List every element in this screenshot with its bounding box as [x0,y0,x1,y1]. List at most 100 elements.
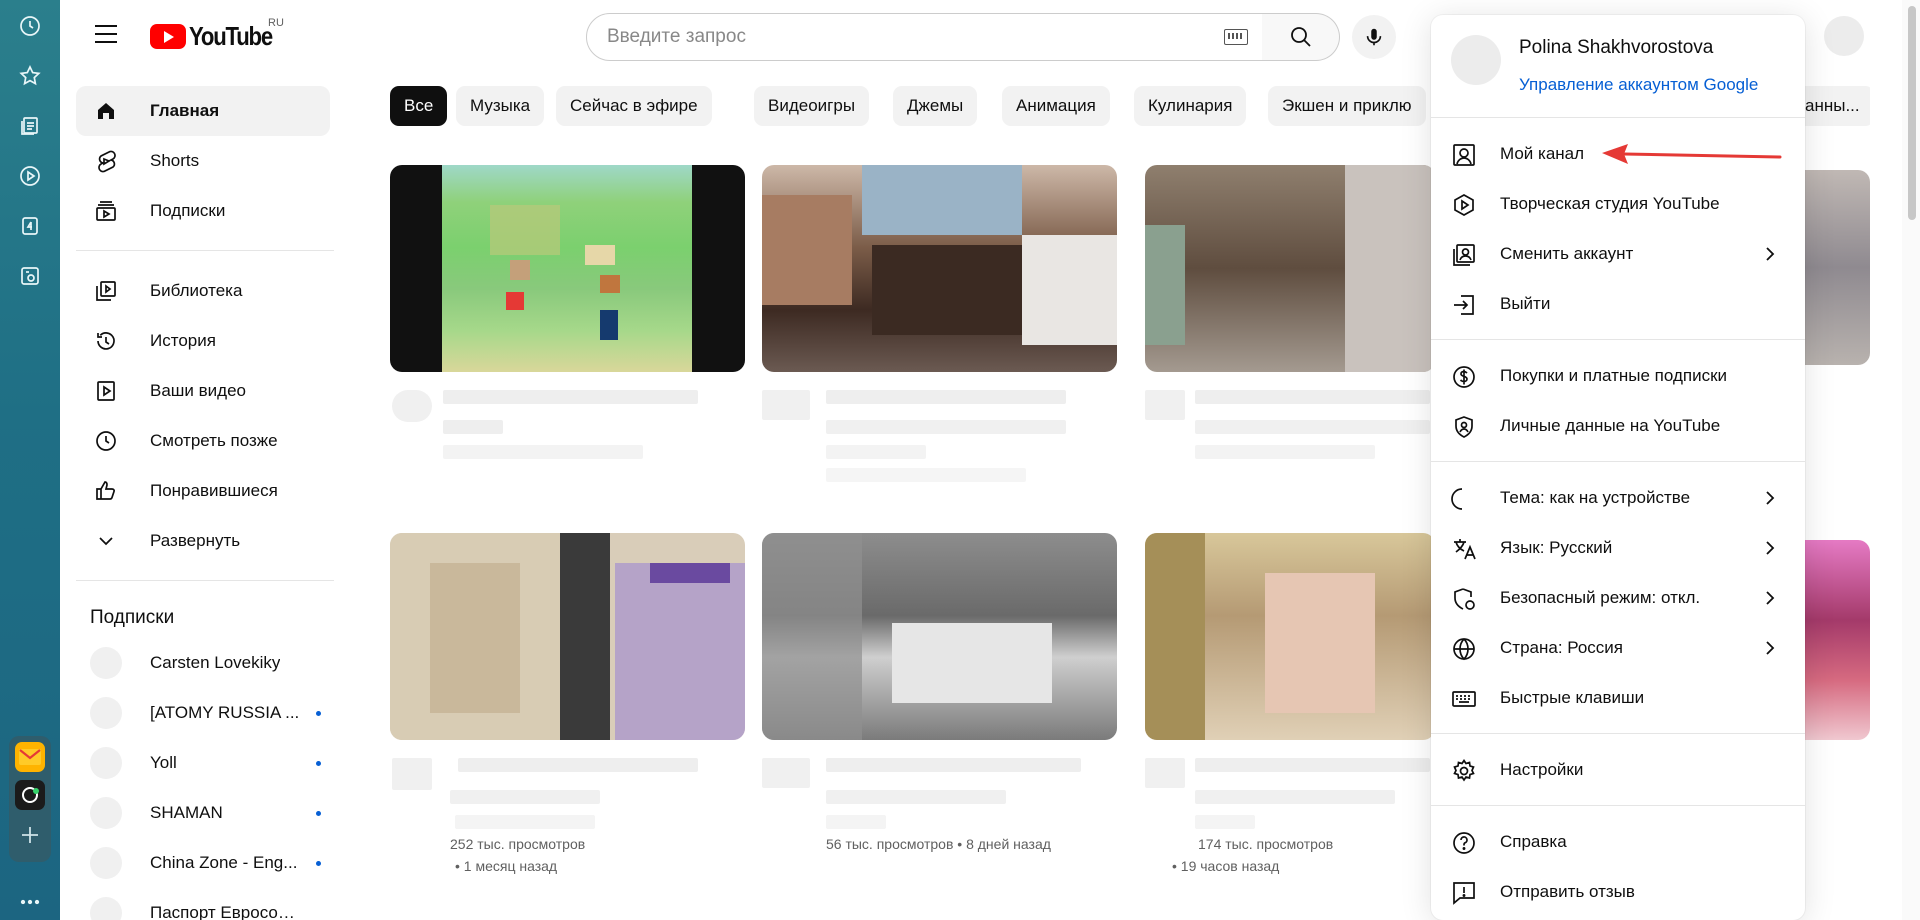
voice-search-button[interactable] [1352,15,1396,59]
chip-gaming[interactable]: Видеоигры [754,86,870,126]
screenshot-icon[interactable] [12,258,48,294]
messenger-app-icon[interactable] [15,780,45,810]
menu-item-help[interactable]: Справка [1431,817,1805,867]
subscription-item[interactable]: Yoll [76,738,330,788]
chip-action-adventure[interactable]: Экшен и приклю [1268,86,1426,126]
video-meta-placeholder [443,420,503,434]
sign-out-icon [1451,292,1477,318]
menu-item-your-data[interactable]: Личные данные на YouTube [1431,401,1805,451]
menu-item-restricted-mode[interactable]: Безопасный режим: откл. [1431,573,1805,623]
subscription-item[interactable]: China Zone - Eng... [76,838,330,888]
new-content-dot [316,860,321,866]
youtube-play-icon [150,24,186,49]
video-thumbnail[interactable] [762,165,1117,372]
chip-all[interactable]: Все [390,86,448,126]
menu-item-sign-out[interactable]: Выйти [1431,279,1805,329]
chip-cooking[interactable]: Кулинария [1134,86,1247,126]
menu-item-settings[interactable]: Настройки [1431,745,1805,795]
channel-avatar[interactable] [762,758,810,788]
sidebar-item-shorts[interactable]: Shorts [76,136,330,186]
sidebar-item-watch-later[interactable]: Смотреть позже [76,416,330,466]
sidebar-item-subscriptions[interactable]: Подписки [76,186,330,236]
star-icon[interactable] [12,58,48,94]
sidebar-item-your-videos[interactable]: Ваши видео [76,366,330,416]
subscription-item[interactable]: Паспорт Евросою... [76,888,330,920]
menu-item-label: Язык: Русский [1500,538,1613,557]
menu-item-keyboard-shortcuts[interactable]: Быстрые клавиши [1431,673,1805,723]
home-icon [94,99,118,123]
sidebar-item-library[interactable]: Библиотека [76,266,330,316]
chevron-right-icon [1766,491,1775,505]
hamburger-menu-button[interactable] [88,16,124,52]
video-title-placeholder[interactable] [1195,758,1430,772]
sidebar-item-home[interactable]: Главная [76,86,330,136]
translate-icon [1451,536,1477,562]
subscriptions-icon [94,199,118,223]
menu-item-label: Творческая студия YouTube [1500,194,1720,213]
calendar-icon[interactable] [12,208,48,244]
channel-avatar [90,797,122,829]
video-title-placeholder[interactable] [443,390,698,404]
video-thumbnail[interactable] [390,165,745,372]
chevron-down-icon [94,529,118,553]
video-title-placeholder[interactable] [1195,390,1430,404]
subscription-item[interactable]: SHAMAN [76,788,330,838]
video-thumbnail[interactable] [762,533,1117,740]
sidebar-item-label: Главная [150,101,220,120]
menu-item-label: Отправить отзыв [1500,882,1635,901]
search-button[interactable] [1262,13,1340,61]
subscription-item[interactable]: [ATOMY RUSSIA ... [76,688,330,738]
video-title-placeholder[interactable] [458,758,698,772]
keyboard-icon[interactable] [1224,29,1248,45]
video-thumbnail[interactable] [390,533,745,740]
chip-music[interactable]: Музыка [456,86,545,126]
account-avatar-button[interactable] [1824,16,1864,56]
sidebar-item-expand[interactable]: Развернуть [76,516,330,566]
more-icon[interactable] [12,884,48,920]
sidebar-item-liked[interactable]: Понравившиеся [76,466,330,516]
video-icon[interactable] [12,158,48,194]
menu-item-studio[interactable]: Творческая студия YouTube [1431,179,1805,229]
chip-animation[interactable]: Анимация [1002,86,1110,126]
menu-item-purchases[interactable]: Покупки и платные подписки [1431,351,1805,401]
youtube-logo[interactable]: YouTube RU [150,17,287,52]
menu-item-send-feedback[interactable]: Отправить отзыв [1431,867,1805,917]
sidebar-item-label: Подписки [150,201,226,220]
menu-item-language[interactable]: Язык: Русский [1431,523,1805,573]
video-thumbnail[interactable] [1145,533,1435,740]
page-scrollbar[interactable] [1902,0,1920,920]
channel-avatar[interactable] [1145,758,1185,788]
menu-item-label: Мой канал [1500,144,1585,163]
sidebar-item-history[interactable]: История [76,316,330,366]
collections-icon[interactable] [12,108,48,144]
sidebar-item-label: Shorts [150,151,200,170]
moon-icon [1451,486,1477,512]
chip-live[interactable]: Сейчас в эфире [556,86,712,126]
your-videos-icon [94,379,118,403]
menu-item-switch-account[interactable]: Сменить аккаунт [1431,229,1805,279]
channel-avatar[interactable] [392,390,432,422]
channel-avatar[interactable] [762,390,810,420]
search-input[interactable] [607,26,1167,48]
channel-avatar[interactable] [392,758,432,790]
video-meta-placeholder [450,790,600,804]
video-thumbnail[interactable] [1145,165,1435,372]
video-meta-placeholder [826,420,1066,434]
menu-divider [1431,461,1805,462]
history-icon[interactable] [12,8,48,44]
new-content-dot [316,760,321,766]
video-title-placeholder[interactable] [826,758,1081,772]
subscription-item[interactable]: Carsten Lovekiky [76,638,330,688]
manage-google-account-link[interactable]: Управление аккаунтом Google [1519,75,1758,95]
video-title-placeholder[interactable] [826,390,1066,404]
add-app-icon[interactable] [15,820,45,850]
scrollbar-thumb[interactable] [1908,6,1916,220]
mail-app-icon[interactable] [15,742,45,772]
library-icon [94,279,118,303]
menu-item-location[interactable]: Страна: Россия [1431,623,1805,673]
chip-jams[interactable]: Джемы [893,86,978,126]
sidebar-item-label: История [150,331,216,350]
video-views: 174 тыс. просмотров [1198,836,1334,852]
menu-item-theme[interactable]: Тема: как на устройстве [1431,473,1805,523]
channel-avatar[interactable] [1145,390,1185,420]
